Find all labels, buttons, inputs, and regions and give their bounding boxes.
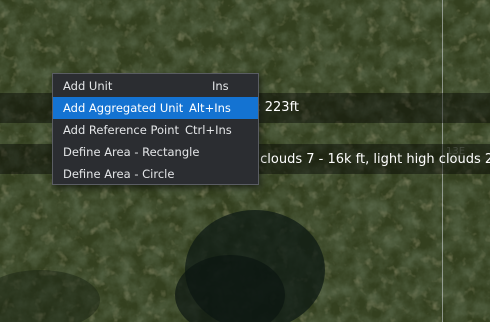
menu-item-label: Define Area - Rectangle — [63, 145, 200, 159]
menu-item-label: Add Unit — [63, 79, 113, 93]
context-menu: Add Unit Ins Add Aggregated Unit Alt+Ins… — [52, 73, 259, 185]
menu-item-shortcut: Ctrl+Ins — [185, 123, 232, 137]
menu-item-add-reference-point[interactable]: Add Reference Point Ctrl+Ins — [53, 119, 258, 141]
menu-item-shortcut: Alt+Ins — [189, 101, 231, 115]
menu-item-add-aggregated-unit[interactable]: Add Aggregated Unit Alt+Ins — [53, 97, 258, 119]
weather-readout: e clouds 7 - 16k ft, light high clouds 2… — [248, 152, 490, 167]
menu-item-add-unit[interactable]: Add Unit Ins — [53, 75, 258, 97]
menu-item-label: Define Area - Circle — [63, 167, 175, 181]
menu-item-define-area-rectangle[interactable]: Define Area - Rectangle — [53, 141, 258, 163]
menu-item-label: Add Aggregated Unit — [63, 101, 184, 115]
menu-item-shortcut: Ins — [212, 79, 229, 93]
menu-item-define-area-circle[interactable]: Define Area - Circle — [53, 163, 258, 185]
map-view[interactable]: 13E n: 223ft e clouds 7 - 16k ft, light … — [0, 0, 490, 322]
menu-item-label: Add Reference Point — [63, 123, 180, 137]
